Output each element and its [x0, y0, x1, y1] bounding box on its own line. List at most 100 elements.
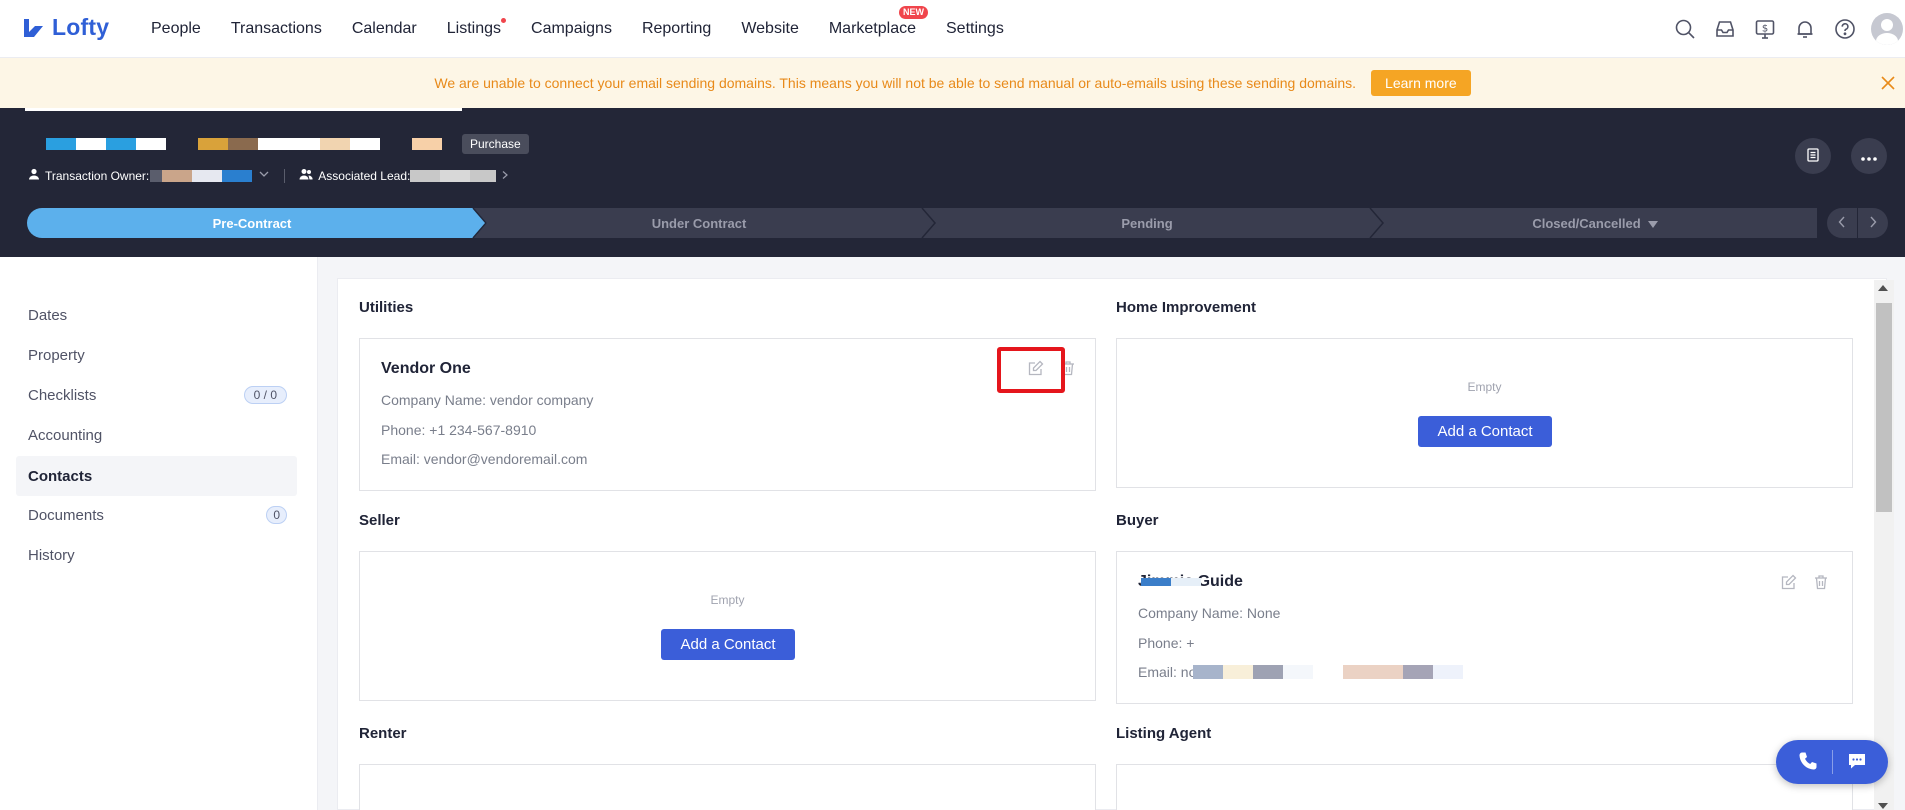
divider: [1831, 750, 1833, 774]
stage-pre-contract[interactable]: Pre-Contract: [27, 208, 477, 238]
billing-icon[interactable]: $: [1753, 17, 1777, 41]
document-count-badge: 0: [266, 506, 287, 524]
contact-phone: Phone: +: [1138, 635, 1195, 651]
stage-closed-cancelled[interactable]: Closed/Cancelled: [1370, 208, 1820, 238]
more-actions-button[interactable]: [1851, 138, 1887, 174]
sidebar-item-label: Contacts: [28, 467, 93, 485]
nav-listings[interactable]: Listings: [446, 18, 507, 38]
new-badge: NEW: [899, 6, 928, 19]
stage-closed-label: Closed/Cancelled: [1532, 215, 1641, 231]
nav-website[interactable]: Website: [741, 20, 799, 38]
section-title-renter: Renter: [359, 725, 407, 742]
chevron-left-icon: [1838, 215, 1846, 231]
add-contact-button[interactable]: Add a Contact: [1418, 416, 1552, 447]
chevron-right-icon: [1869, 215, 1877, 231]
delete-icon[interactable]: [1812, 573, 1830, 591]
top-navigation: Lofty People Transactions Calendar Listi…: [0, 0, 1905, 58]
lofty-logo-icon: [22, 16, 46, 40]
edit-icon[interactable]: [1780, 573, 1798, 591]
sidebar-item-checklists[interactable]: Checklists 0 / 0: [16, 376, 297, 414]
section-title-listing-agent: Listing Agent: [1116, 725, 1212, 742]
contact-company: Company Name: vendor company: [381, 392, 594, 408]
section-title-utilities: Utilities: [359, 299, 414, 316]
associated-lead-label: Associated Lead:: [318, 168, 411, 183]
contact-card-listing-agent: [1116, 764, 1853, 810]
brand-name: Lofty: [52, 14, 110, 40]
document-icon: [1805, 147, 1821, 166]
sidebar-item-contacts[interactable]: Contacts: [16, 456, 297, 496]
stage-next-button[interactable]: [1858, 208, 1888, 238]
sidebar-item-history[interactable]: History: [16, 536, 297, 574]
sidebar-item-dates[interactable]: Dates: [16, 296, 297, 334]
divider: [284, 168, 286, 183]
contact-company: Company Name: None: [1138, 605, 1281, 621]
contact-phone: Phone: +1 234-567-8910: [381, 422, 537, 438]
nav-listings-label: Listings: [446, 20, 502, 37]
stage-prev-button[interactable]: [1827, 208, 1857, 238]
transaction-owner-select[interactable]: [150, 168, 270, 183]
nav-people[interactable]: People: [151, 20, 201, 38]
redaction: [1141, 578, 1171, 586]
section-title-buyer: Buyer: [1116, 512, 1159, 529]
stage-pending[interactable]: Pending: [922, 208, 1372, 238]
bell-icon[interactable]: [1793, 17, 1817, 41]
sidebar-item-documents[interactable]: Documents 0: [16, 496, 297, 534]
users-icon: [299, 168, 313, 183]
transaction-sidebar: Dates Property Checklists 0 / 0 Accountin…: [0, 257, 318, 810]
help-icon[interactable]: [1833, 17, 1857, 41]
avatar[interactable]: [1871, 13, 1903, 45]
owner-row: Transaction Owner: Associated Lead:: [28, 168, 510, 183]
sidebar-item-property[interactable]: Property: [16, 336, 297, 374]
sidebar-item-label: Documents: [28, 506, 104, 524]
scroll-down-arrow[interactable]: [1878, 803, 1888, 809]
contact-card-home-improvement: Empty Add a Contact: [1116, 338, 1853, 488]
search-icon[interactable]: [1673, 17, 1697, 41]
contact-card-utilities: Vendor One Company Name: vendor company …: [359, 338, 1096, 491]
inbox-icon[interactable]: [1713, 17, 1737, 41]
user-icon: [28, 168, 40, 183]
section-title-seller: Seller: [359, 512, 400, 529]
notification-dot: [501, 18, 507, 23]
chevron-down-icon: [258, 168, 270, 183]
checklist-count-badge: 0 / 0: [243, 386, 287, 404]
learn-more-button[interactable]: Learn more: [1371, 70, 1471, 96]
svg-text:$: $: [1762, 24, 1768, 35]
sidebar-item-accounting[interactable]: Accounting: [16, 416, 297, 454]
nav-transactions[interactable]: Transactions: [231, 20, 322, 38]
nav-calendar[interactable]: Calendar: [352, 20, 417, 38]
communication-widget: [1776, 740, 1888, 784]
sidebar-item-label: Property: [28, 346, 85, 364]
nav-settings[interactable]: Settings: [946, 20, 1004, 38]
contact-card-renter: [359, 764, 1096, 810]
scroll-up-arrow[interactable]: [1878, 285, 1888, 291]
nav-actions: $: [1657, 0, 1905, 58]
phone-icon[interactable]: [1797, 750, 1819, 775]
redaction: [1171, 578, 1201, 586]
caret-down-icon: [1647, 216, 1658, 231]
contact-email: Email: no: [1138, 664, 1197, 680]
lofty-logo[interactable]: Lofty: [22, 14, 109, 41]
nav-marketplace[interactable]: Marketplace NEW: [829, 6, 928, 38]
associated-lead-link[interactable]: [410, 169, 510, 183]
arrow-right-icon: [500, 169, 510, 183]
nav-campaigns[interactable]: Campaigns: [531, 20, 612, 38]
sidebar-item-label: Checklists: [28, 386, 97, 404]
main-menu: People Transactions Calendar Listings Ca…: [151, 0, 1034, 58]
scrollbar-thumb[interactable]: [1876, 303, 1892, 512]
transaction-type-tag: Purchase: [462, 134, 529, 154]
contact-email: Email: vendor@vendoremail.com: [381, 451, 588, 467]
email-domain-warning-banner: We are unable to connect your email send…: [0, 58, 1905, 108]
sidebar-item-label: Accounting: [28, 426, 103, 444]
edit-highlight-box: [997, 347, 1065, 393]
section-title-home-improvement: Home Improvement: [1116, 299, 1257, 316]
add-contact-button[interactable]: Add a Contact: [661, 629, 795, 660]
contact-card-buyer: Jimmie Guide Company Name: None Phone: +…: [1116, 551, 1853, 704]
sidebar-item-label: History: [28, 546, 75, 564]
close-icon[interactable]: [1879, 74, 1897, 92]
chat-icon[interactable]: [1846, 750, 1868, 775]
stage-under-contract[interactable]: Under Contract: [474, 208, 924, 238]
nav-reporting[interactable]: Reporting: [642, 20, 711, 38]
redacted-email: [1193, 665, 1463, 679]
notes-button[interactable]: [1795, 138, 1831, 174]
empty-label: Empty: [1467, 380, 1502, 394]
